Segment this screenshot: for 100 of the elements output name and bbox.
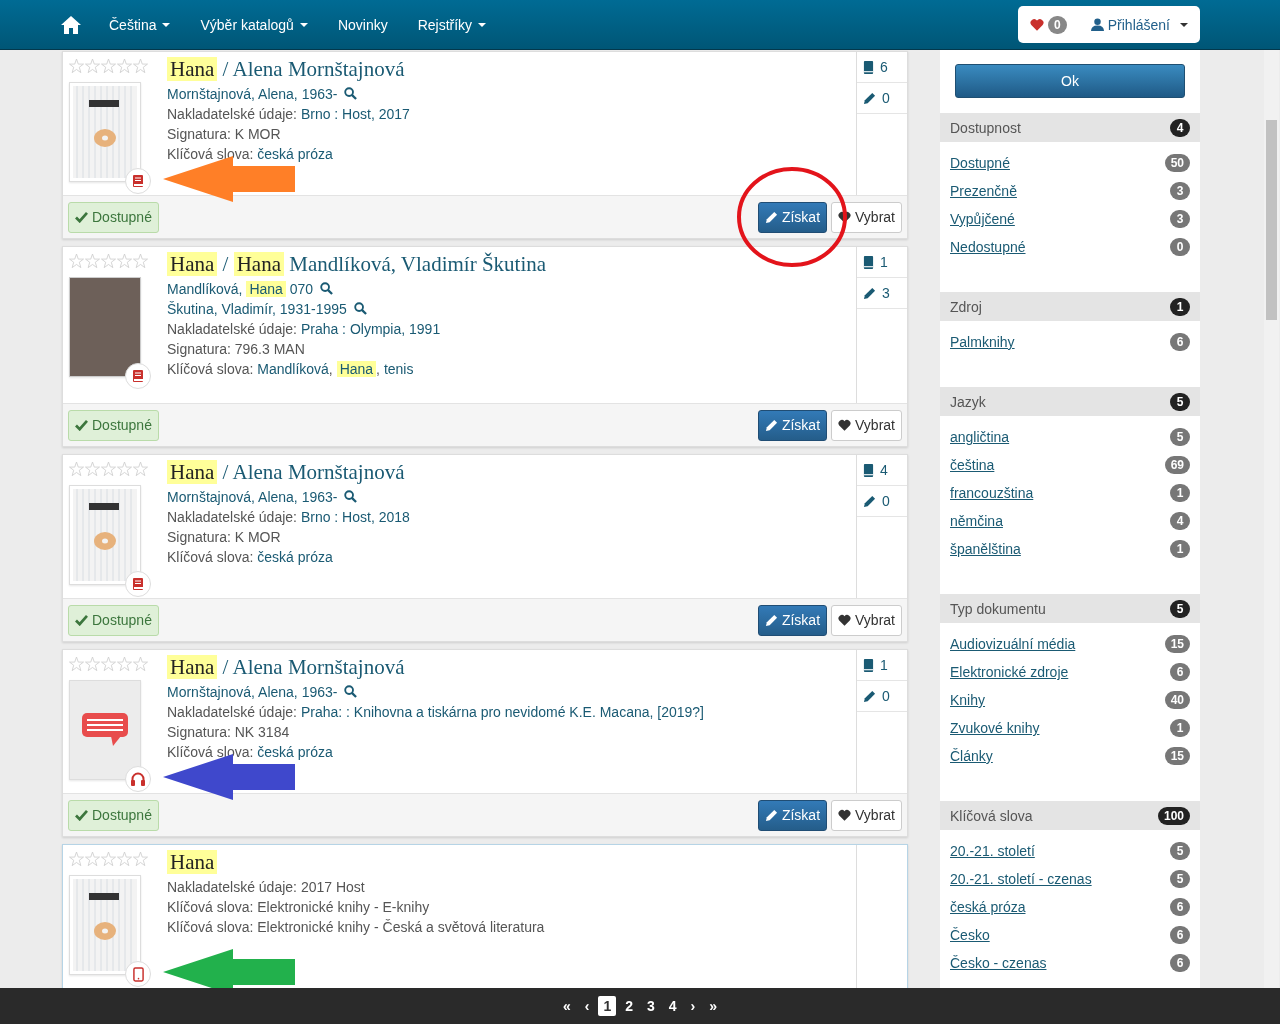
search-icon[interactable]	[344, 490, 358, 503]
record-field: Signatura: NK 3184	[167, 722, 856, 742]
record-title[interactable]: Hana / Alena Mornštajnová	[167, 457, 856, 487]
availability-button[interactable]: Dostupné	[68, 604, 159, 636]
facet-link[interactable]: Články	[950, 748, 993, 764]
photo-placeholder[interactable]	[69, 277, 141, 377]
record-title[interactable]: Hana / Alena Mornštajnová	[167, 54, 856, 84]
nav-menu-item[interactable]: Čeština	[109, 16, 171, 33]
author-link[interactable]: Mornštajnová, Alena, 1963-	[167, 489, 338, 505]
facet-header[interactable]: Dostupnost 4	[940, 113, 1200, 142]
login-menu[interactable]: Přihlášení	[1090, 16, 1188, 33]
check-icon	[75, 809, 88, 821]
scrollbar[interactable]	[1264, 50, 1279, 988]
facet-link[interactable]: Elektronické zdroje	[950, 664, 1069, 680]
facet-link[interactable]: 20.-21. století	[950, 843, 1035, 859]
reviews-count[interactable]: 3	[857, 278, 907, 309]
facet-header[interactable]: Typ dokumentu 5	[940, 594, 1200, 623]
author-link[interactable]: Mandlíková, Hana 070	[167, 281, 314, 297]
page-link[interactable]: 2	[620, 996, 638, 1016]
nav-menu-item[interactable]: Rejstříky	[417, 16, 487, 33]
facet-link[interactable]: Audiovizuální média	[950, 636, 1076, 652]
home-icon[interactable]	[61, 15, 81, 34]
availability-button[interactable]: Dostupné	[68, 799, 159, 831]
page-link[interactable]: «	[557, 996, 576, 1016]
facet-header[interactable]: Zdroj 1	[940, 292, 1200, 321]
star-icon	[101, 254, 116, 268]
record-field: Klíčová slova: Elektronické knihy - E-knihy	[167, 897, 856, 917]
check-icon	[75, 614, 88, 626]
facet-link[interactable]: Nedostupné	[950, 239, 1026, 255]
heart-icon[interactable]	[1030, 18, 1044, 31]
facet-link[interactable]: Prezenčně	[950, 183, 1017, 199]
page-link[interactable]: 4	[663, 996, 682, 1016]
record-title[interactable]: Hana / Hana Mandlíková, Vladimír Škutina	[167, 249, 856, 279]
star-icon	[133, 59, 148, 73]
facet-header[interactable]: Jazyk 5	[940, 387, 1200, 416]
facet-link[interactable]: angličtina	[950, 429, 1010, 445]
facet-header[interactable]: Klíčová slova 100	[940, 801, 1200, 830]
page-link[interactable]: ›	[685, 996, 701, 1016]
copies-count[interactable]: 1	[857, 247, 907, 278]
copies-count[interactable]: 1	[857, 650, 907, 681]
author-link[interactable]: Mornštajnová, Alena, 1963-	[167, 86, 338, 102]
page-link[interactable]: »	[704, 996, 723, 1016]
record-field: Klíčová slova: česká próza	[167, 144, 856, 164]
page-link[interactable]: ‹	[579, 996, 595, 1016]
author-link[interactable]: Škutina, Vladimír, 1931-1995	[167, 301, 347, 317]
search-icon[interactable]	[353, 302, 367, 315]
count-badge: 15	[1164, 747, 1190, 765]
nav-menu-item[interactable]: Novinky	[337, 16, 388, 33]
get-button[interactable]: Získat	[757, 409, 828, 441]
availability-button[interactable]: Dostupné	[68, 201, 159, 233]
search-icon[interactable]	[320, 282, 333, 295]
book-cover-drawing[interactable]	[69, 875, 141, 975]
book-cover-drawing[interactable]	[69, 82, 141, 182]
book-cover-drawing[interactable]	[69, 485, 141, 585]
select-button[interactable]: Vybrat	[831, 201, 902, 233]
pencil-icon	[863, 286, 876, 300]
facet-link[interactable]: Palmknihy	[950, 334, 1015, 350]
page-link[interactable]: 1	[598, 996, 617, 1016]
facet-link[interactable]: čeština	[950, 457, 995, 473]
get-button[interactable]: Získat	[757, 201, 828, 233]
ok-button[interactable]: Ok	[955, 64, 1185, 98]
facet-link[interactable]: francouzština	[950, 485, 1034, 501]
star-icon	[85, 59, 100, 73]
facet-link[interactable]: Česko - czenas	[950, 955, 1047, 971]
facet-link[interactable]: Česko	[950, 927, 990, 943]
star-icon	[117, 462, 132, 476]
copies-count[interactable]: 4	[857, 455, 907, 486]
select-button[interactable]: Vybrat	[831, 799, 902, 831]
facet-title: Klíčová slova	[950, 807, 1033, 824]
facet-link[interactable]: španělština	[950, 541, 1021, 557]
get-button[interactable]: Získat	[757, 799, 828, 831]
book-icon	[863, 255, 874, 269]
copies-count[interactable]: 6	[857, 52, 907, 83]
book-icon	[863, 60, 874, 74]
reviews-count[interactable]: 0	[857, 486, 907, 517]
facet-link[interactable]: česká próza	[950, 899, 1026, 915]
facet-link[interactable]: němčina	[950, 513, 1003, 529]
facet-link[interactable]: Vypůjčené	[950, 211, 1015, 227]
facet-link[interactable]: Zvukové knihy	[950, 720, 1040, 736]
nav-menu-item[interactable]: Výběr katalogů	[200, 16, 308, 33]
star-icon	[101, 59, 116, 73]
cover-placeholder[interactable]	[69, 680, 141, 780]
star-icon	[85, 462, 100, 476]
author-link[interactable]: Mornštajnová, Alena, 1963-	[167, 684, 338, 700]
reviews-count[interactable]: 0	[857, 681, 907, 712]
get-button[interactable]: Získat	[757, 604, 828, 636]
search-icon[interactable]	[344, 685, 358, 698]
facet-link[interactable]: Knihy	[950, 692, 986, 708]
star-icon	[117, 254, 132, 268]
facet-link[interactable]: 20.-21. století - czenas	[950, 871, 1092, 887]
facet-link[interactable]: Dostupné	[950, 155, 1010, 171]
select-button[interactable]: Vybrat	[831, 409, 902, 441]
heart-icon	[838, 419, 852, 431]
record-title[interactable]: Hana	[167, 847, 856, 877]
search-icon[interactable]	[344, 87, 358, 100]
page-link[interactable]: 3	[642, 996, 660, 1016]
availability-button[interactable]: Dostupné	[68, 409, 159, 441]
select-button[interactable]: Vybrat	[831, 604, 902, 636]
reviews-count[interactable]: 0	[857, 83, 907, 114]
record-title[interactable]: Hana / Alena Mornštajnová	[167, 652, 856, 682]
